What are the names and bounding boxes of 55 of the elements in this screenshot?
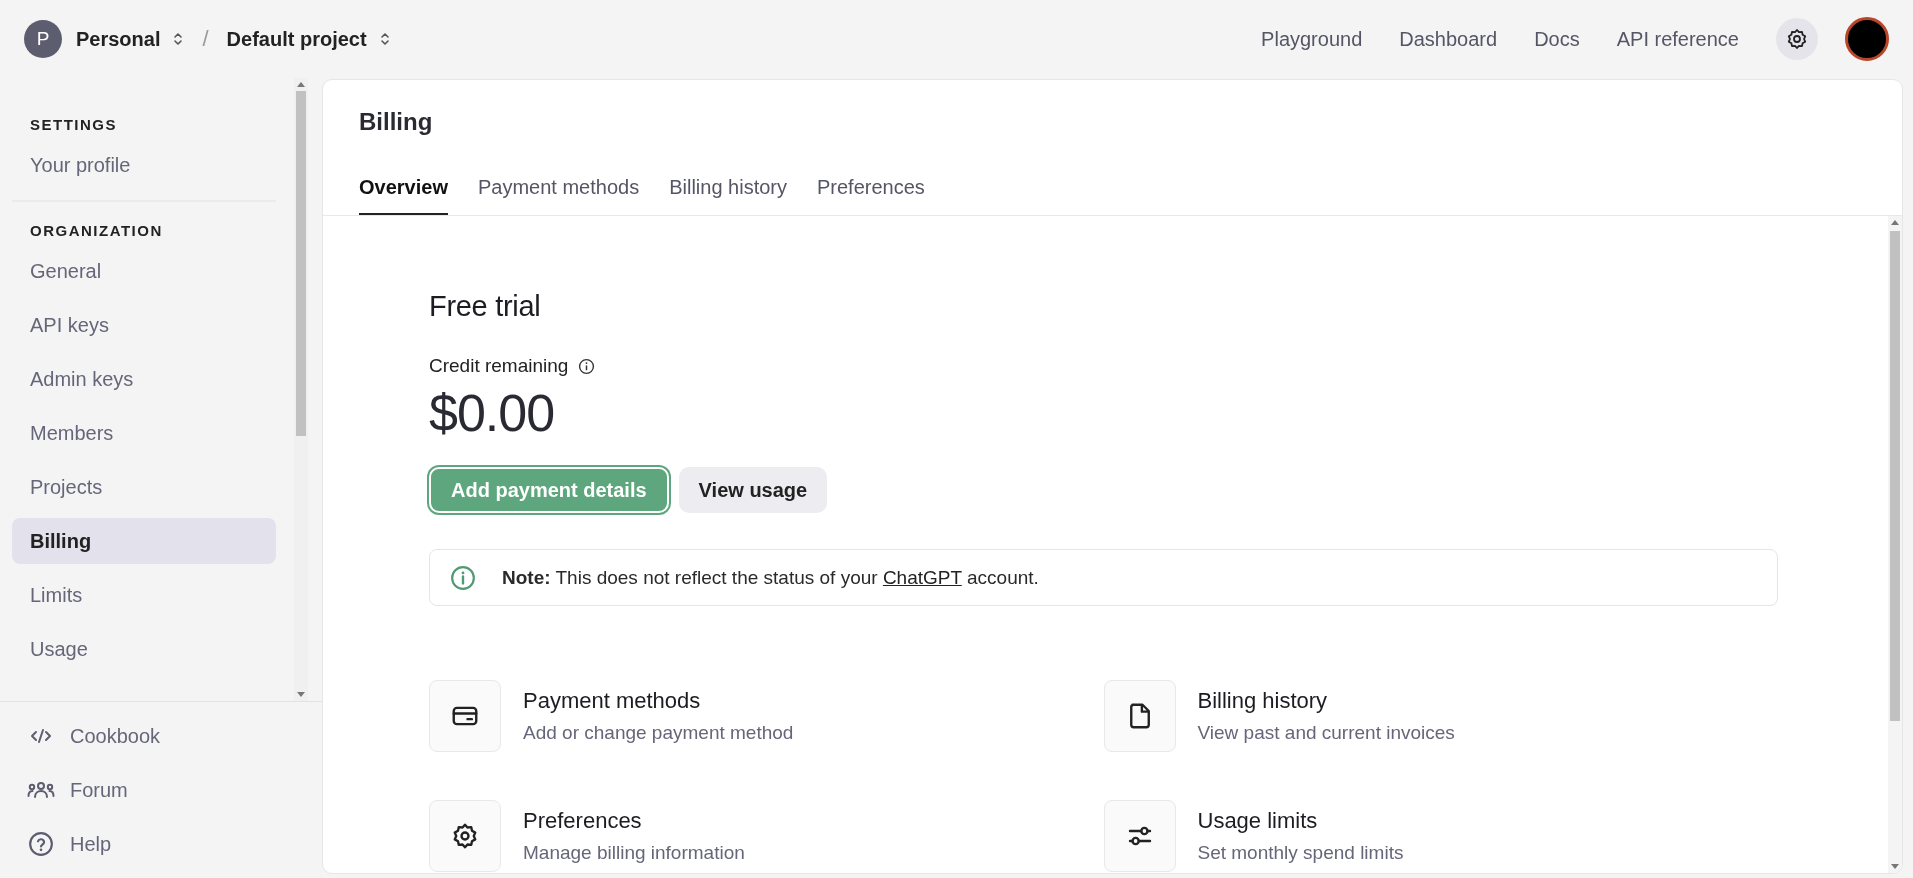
user-avatar[interactable] (1845, 17, 1889, 61)
org-avatar: P (24, 20, 62, 58)
sidebar-item[interactable]: Billing (12, 518, 276, 564)
sidebar-item[interactable]: Admin keys (12, 356, 276, 402)
info-icon[interactable] (578, 357, 596, 375)
org-switcher[interactable]: Personal (76, 27, 185, 51)
nav-link[interactable]: Docs (1534, 27, 1580, 51)
page-title: Billing (359, 108, 434, 136)
card-subtitle: Set monthly spend limits (1197, 842, 1404, 864)
help-icon (26, 831, 56, 857)
footer-link[interactable]: Help (26, 824, 322, 864)
icon-tile[interactable] (1103, 800, 1176, 872)
breadcrumb-separator: / (202, 26, 209, 52)
view-usage-button[interactable]: View usage (678, 467, 828, 513)
note-text: Note: This does not reflect the status of your ChatGPT account. (502, 566, 1039, 589)
sidebar-item[interactable]: Projects (12, 464, 276, 510)
card-title[interactable]: Payment methods (523, 688, 794, 714)
icon-tile[interactable] (429, 680, 501, 752)
sidebar-item[interactable]: API keys (12, 302, 276, 348)
icon-tile[interactable] (429, 800, 501, 872)
chevron-updown-icon (378, 31, 391, 47)
footer-link[interactable]: Cookbook (26, 716, 322, 756)
card-subtitle: Manage billing information (523, 842, 745, 864)
chevron-updown-icon (172, 31, 185, 47)
card-subtitle: Add or change payment method (523, 722, 794, 744)
card-subtitle: View past and current invoices (1197, 722, 1455, 744)
section-heading: ORGANIZATION (29, 221, 164, 241)
card-title[interactable]: Preferences (523, 808, 745, 834)
icon-tile[interactable] (1103, 680, 1176, 752)
section-heading: SETTINGS (29, 115, 118, 135)
plan-title: Free trial (429, 290, 542, 323)
sidebar-item[interactable]: Members (12, 410, 276, 456)
sidebar-item[interactable]: General (12, 248, 276, 294)
sidebar-item[interactable]: Usage (12, 626, 276, 672)
nav-link[interactable]: API reference (1616, 27, 1739, 51)
tab[interactable]: Billing history (669, 166, 787, 215)
scrollbar[interactable] (294, 78, 308, 701)
info-icon (450, 564, 476, 591)
card-title[interactable]: Usage limits (1197, 808, 1404, 834)
nav-link[interactable]: Dashboard (1399, 27, 1498, 51)
sidebar-item[interactable]: Limits (12, 572, 276, 618)
chatgpt-link[interactable]: ChatGPT (882, 566, 962, 588)
card-title[interactable]: Billing history (1197, 688, 1455, 714)
footer-link[interactable]: Forum (26, 770, 322, 810)
sidebar-item[interactable]: Your profile (12, 142, 276, 188)
tab[interactable]: Payment methods (477, 166, 640, 215)
project-switcher[interactable]: Default project (226, 27, 391, 51)
credit-label: Credit remaining (429, 355, 569, 377)
settings-icon (1785, 27, 1809, 51)
scrollbar[interactable] (1888, 216, 1902, 873)
credit-amount: $0.00 (429, 383, 556, 443)
settings-button[interactable] (1776, 18, 1818, 60)
tab[interactable]: Preferences (817, 166, 925, 215)
nav-link[interactable]: Playground (1261, 27, 1363, 51)
tab[interactable]: Overview (359, 166, 448, 215)
